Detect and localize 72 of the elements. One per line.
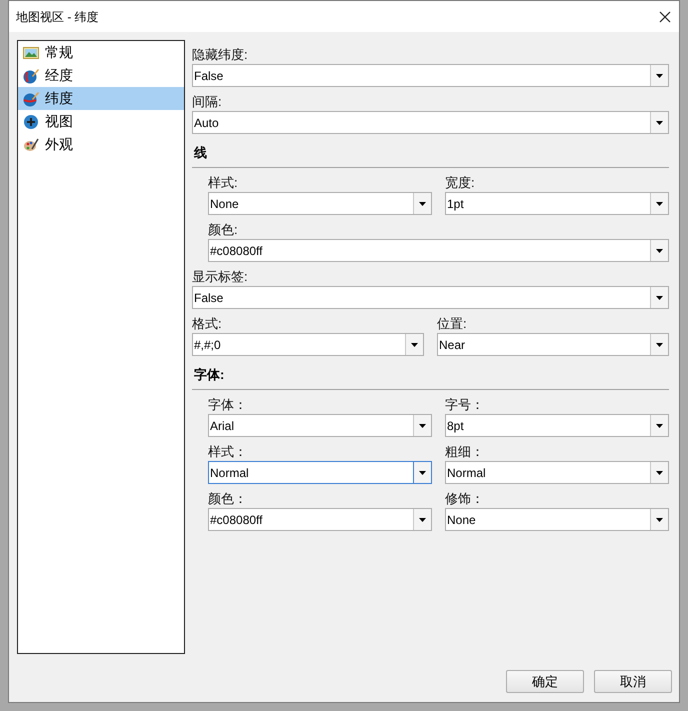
dropdown-field[interactable]: Near xyxy=(437,333,669,356)
caret-down-icon xyxy=(656,74,663,78)
caret-down-icon xyxy=(419,470,426,474)
caret-down-icon xyxy=(656,202,663,206)
dialog-button[interactable]: 取消 xyxy=(594,670,672,693)
category-item[interactable]: 常规 xyxy=(18,41,184,64)
field-label: 粗细： xyxy=(445,444,484,460)
field-label: 样式: xyxy=(208,175,238,191)
globe-pencil-icon xyxy=(23,68,39,84)
dropdown-value: #c08080ff xyxy=(209,242,264,260)
dropdown-field[interactable]: #,#;0 xyxy=(192,333,424,356)
dropdown-value: None xyxy=(446,512,477,528)
palette-brush-icon xyxy=(23,136,39,152)
caret-down-icon xyxy=(419,202,426,206)
field-label: 修饰： xyxy=(445,491,484,507)
dropdown-field[interactable]: Normal xyxy=(445,461,669,484)
dropdown-field[interactable]: Auto xyxy=(192,111,669,134)
caret-down-icon xyxy=(656,120,663,124)
caret-down-icon xyxy=(656,470,663,474)
caret-down-icon xyxy=(656,424,663,428)
dropdown-value: Normal xyxy=(446,464,487,482)
globe-arrows-icon xyxy=(23,114,39,130)
caret-down-icon xyxy=(656,248,663,252)
section-heading: 字体: xyxy=(194,367,224,383)
dropdown-value: False xyxy=(193,68,224,84)
dialog-button[interactable]: 确定 xyxy=(506,670,584,693)
dropdown-value: 1pt xyxy=(446,196,465,212)
dropdown-field[interactable]: False xyxy=(192,64,669,87)
field-label: 颜色： xyxy=(208,491,247,507)
caret-down-icon xyxy=(656,342,663,346)
dropdown-value: False xyxy=(193,290,224,306)
dropdown-field[interactable]: Arial xyxy=(208,414,432,437)
landscape-image-icon xyxy=(23,44,39,60)
field-label: 颜色: xyxy=(208,222,238,238)
field-label: 宽度: xyxy=(445,175,475,191)
field-label: 显示标签: xyxy=(192,269,248,285)
caret-down-icon xyxy=(411,342,418,346)
close-icon[interactable] xyxy=(659,10,671,22)
dropdown-field[interactable]: 1pt xyxy=(445,192,669,215)
caret-down-icon xyxy=(419,518,426,522)
field-label: 隐藏纬度: xyxy=(192,47,248,63)
field-label: 格式: xyxy=(192,316,222,332)
dropdown-field[interactable]: 8pt xyxy=(445,414,669,437)
dropdown-field[interactable]: #c08080ff xyxy=(208,508,432,531)
dropdown-value: None xyxy=(209,196,240,212)
dropdown-value: 8pt xyxy=(446,418,465,434)
dropdown-field[interactable]: False xyxy=(192,286,669,309)
dropdown-value: Near xyxy=(438,336,466,354)
dropdown-field[interactable]: #c08080ff xyxy=(208,239,669,262)
caret-down-icon xyxy=(656,296,663,300)
field-label: 样式： xyxy=(208,444,247,460)
caret-down-icon xyxy=(419,424,426,428)
dropdown-field[interactable]: None xyxy=(445,508,669,531)
field-label: 字号： xyxy=(445,397,484,413)
category-item[interactable]: 经度 xyxy=(18,64,184,87)
field-label: 字体： xyxy=(208,397,247,413)
dropdown-value: #c08080ff xyxy=(209,512,264,528)
dropdown-value: Normal xyxy=(209,464,250,482)
section-heading: 线 xyxy=(194,145,207,161)
window-title: 地图视区 - 纬度 xyxy=(16,8,99,26)
dropdown-value: Arial xyxy=(209,418,236,434)
category-item[interactable]: 视图 xyxy=(18,110,184,133)
field-label: 位置: xyxy=(437,316,467,332)
caret-down-icon xyxy=(656,518,663,522)
dropdown-field[interactable]: None xyxy=(208,192,432,215)
dropdown-value: Auto xyxy=(193,114,220,132)
category-item[interactable]: 外观 xyxy=(18,133,184,156)
field-label: 间隔: xyxy=(192,94,222,110)
globe-pencil-icon xyxy=(23,90,39,106)
dropdown-value: #,#;0 xyxy=(193,336,222,354)
category-item[interactable]: 纬度 xyxy=(18,87,184,110)
dropdown-field[interactable]: Normal xyxy=(208,461,432,484)
